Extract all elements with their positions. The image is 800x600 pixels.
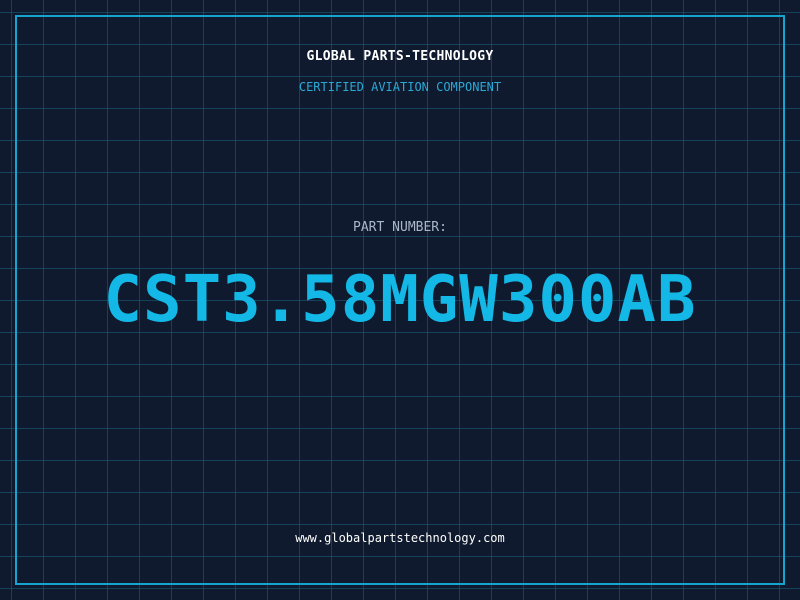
certification-subtitle: CERTIFIED AVIATION COMPONENT	[298, 80, 502, 94]
website-url: www.globalpartstechnology.com	[295, 531, 505, 545]
label-card: GLOBAL PARTS-TECHNOLOGY CERTIFIED AVIATI…	[0, 0, 800, 600]
company-name: GLOBAL PARTS-TECHNOLOGY	[306, 49, 494, 64]
part-number-value: CST3.58MGW300AB	[103, 263, 697, 337]
part-number-label: PART NUMBER:	[353, 220, 447, 235]
